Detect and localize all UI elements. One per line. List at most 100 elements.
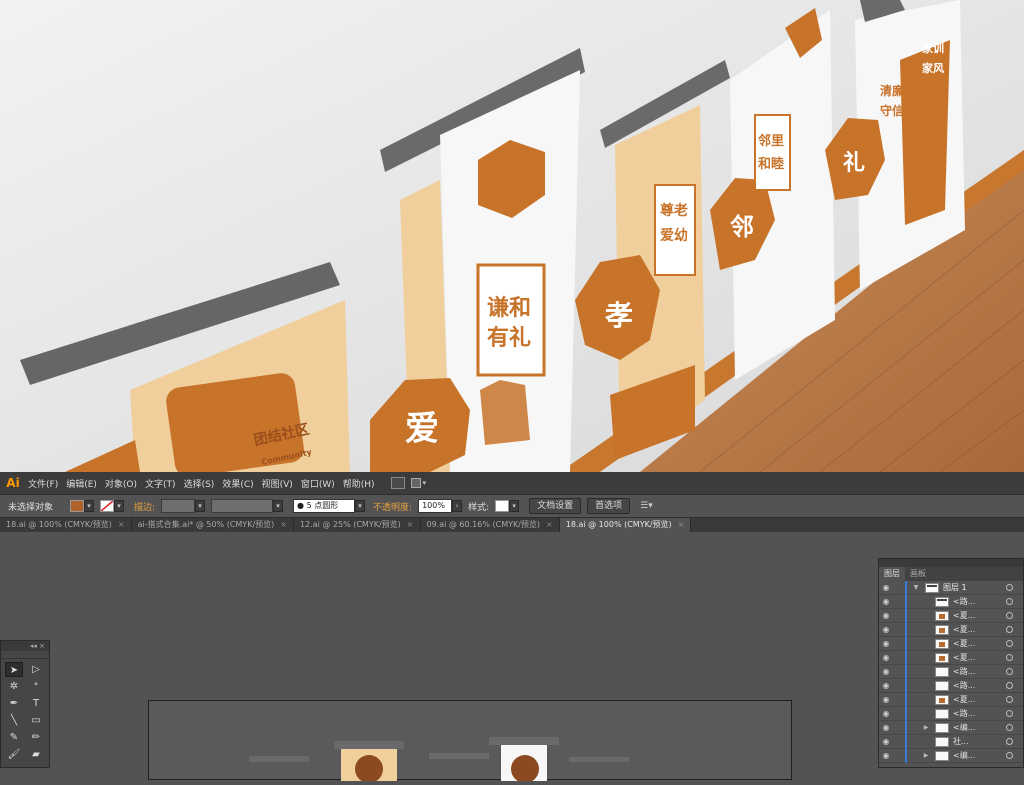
sublayer-row[interactable]: ◉ <夏...: [879, 608, 1023, 623]
sublayer-row[interactable]: ◉ <夏...: [879, 650, 1023, 665]
target-circle-icon[interactable]: [1006, 696, 1013, 703]
type-tool-icon[interactable]: T: [27, 696, 45, 711]
brush-definition-input[interactable]: ● 5 点圆形: [293, 499, 356, 513]
panel-menu-icon[interactable]: ☰▾: [640, 501, 653, 511]
paintbrush-tool-icon[interactable]: ✎: [5, 730, 23, 745]
target-circle-icon[interactable]: [1006, 682, 1013, 689]
close-icon[interactable]: ×: [118, 518, 125, 532]
sublayer-name[interactable]: 社...: [953, 736, 1006, 747]
sublayer-name[interactable]: <编...: [953, 750, 1006, 761]
expand-triangle-icon[interactable]: ▶: [921, 752, 931, 759]
sublayer-row[interactable]: ◉ <路...: [879, 706, 1023, 721]
sublayer-name[interactable]: <夏...: [953, 694, 1006, 705]
graphic-style-control[interactable]: ▾: [495, 500, 520, 512]
target-circle-icon[interactable]: [1006, 640, 1013, 647]
opacity-input[interactable]: 100%: [418, 499, 453, 513]
sublayer-row[interactable]: ◉ <夏...: [879, 692, 1023, 707]
artboard[interactable]: [148, 700, 792, 785]
close-icon[interactable]: ×: [280, 518, 287, 532]
eye-icon[interactable]: ◉: [879, 667, 893, 676]
eye-icon[interactable]: ◉: [879, 709, 893, 718]
close-icon[interactable]: ×: [678, 518, 685, 532]
target-circle-icon[interactable]: [1006, 598, 1013, 605]
graphic-style-swatch[interactable]: [495, 500, 510, 512]
sublayer-row[interactable]: ◉ <路...: [879, 594, 1023, 609]
eye-icon[interactable]: ◉: [879, 583, 893, 592]
fill-swatch[interactable]: [70, 500, 84, 512]
target-circle-icon[interactable]: [1006, 654, 1013, 661]
expand-triangle-icon[interactable]: ▶: [921, 724, 931, 731]
sublayer-row[interactable]: ◉ ▶ <编...: [879, 748, 1023, 763]
close-icon[interactable]: ×: [546, 518, 553, 532]
sublayer-name[interactable]: <夏...: [953, 624, 1006, 635]
sublayer-row[interactable]: ◉ <路...: [879, 678, 1023, 693]
sublayer-name[interactable]: <路...: [953, 596, 1006, 607]
variable-width-field[interactable]: ▾: [211, 499, 284, 513]
menu-edit[interactable]: 编辑(E): [62, 477, 101, 490]
sublayer-row[interactable]: ◉ <路...: [879, 664, 1023, 679]
target-circle-icon[interactable]: [1006, 612, 1013, 619]
eye-icon[interactable]: ◉: [879, 625, 893, 634]
target-circle-icon[interactable]: [1006, 626, 1013, 633]
pencil-tool-icon[interactable]: ✏: [27, 730, 45, 745]
chevron-right-icon[interactable]: ›: [452, 500, 463, 512]
sublayer-name[interactable]: <路...: [953, 666, 1006, 677]
target-circle-icon[interactable]: [1006, 584, 1013, 591]
blob-brush-tool-icon[interactable]: 🖌: [5, 747, 23, 762]
target-circle-icon[interactable]: [1006, 668, 1013, 675]
chevron-down-icon[interactable]: ▾: [509, 500, 520, 512]
panel-collapse-icon[interactable]: ◂◂ ×: [1, 641, 49, 651]
stroke-color-control[interactable]: ▾: [100, 500, 124, 512]
stroke-label[interactable]: 描边:: [134, 500, 155, 513]
chevron-down-icon[interactable]: ▾: [273, 500, 284, 512]
bridge-button[interactable]: [390, 477, 405, 489]
target-circle-icon[interactable]: [1006, 724, 1013, 731]
chevron-down-icon[interactable]: ▾: [114, 500, 124, 512]
eye-icon[interactable]: ◉: [879, 639, 893, 648]
sublayer-name[interactable]: <编...: [953, 722, 1006, 733]
variable-width-input[interactable]: [211, 499, 274, 513]
doc-tab[interactable]: 18.ai @ 100% (CMYK/预览) ×: [0, 518, 132, 532]
target-circle-icon[interactable]: [1006, 710, 1013, 717]
panel-header[interactable]: [879, 559, 1023, 567]
chevron-down-icon[interactable]: ▾: [195, 500, 206, 512]
expand-triangle-icon[interactable]: ▼: [911, 584, 921, 591]
menu-effect[interactable]: 效果(C): [218, 477, 257, 490]
doc-tab-active[interactable]: 18.ai @ 100% (CMYK/预览) ×: [559, 518, 692, 532]
eye-icon[interactable]: ◉: [879, 611, 893, 620]
document-setup-button[interactable]: 文档设置: [529, 498, 582, 514]
chevron-down-icon[interactable]: ▾: [84, 500, 94, 512]
eye-icon[interactable]: ◉: [879, 737, 893, 746]
stroke-swatch[interactable]: [100, 500, 114, 512]
canvas-workspace[interactable]: [0, 532, 1024, 785]
sublayer-name[interactable]: <路...: [953, 708, 1006, 719]
tab-layers[interactable]: 图层: [879, 567, 905, 581]
magic-wand-tool-icon[interactable]: ✲: [5, 679, 23, 694]
target-circle-icon[interactable]: [1006, 738, 1013, 745]
menu-type[interactable]: 文字(T): [141, 477, 180, 490]
chevron-down-icon[interactable]: ▾: [355, 500, 366, 512]
eye-icon[interactable]: ◉: [879, 751, 893, 760]
doc-tab[interactable]: ai-搭式合集.ai* @ 50% (CMYK/预览) ×: [132, 518, 294, 532]
target-circle-icon[interactable]: [1006, 752, 1013, 759]
brush-definition-field[interactable]: ● 5 点圆形 ▾: [293, 499, 366, 513]
layer-name[interactable]: 图层 1: [943, 582, 1006, 593]
eye-icon[interactable]: ◉: [879, 681, 893, 690]
menu-select[interactable]: 选择(S): [180, 477, 219, 490]
panel-grip[interactable]: [1, 651, 49, 659]
doc-tab[interactable]: 09.ai @ 60.16% (CMYK/预览) ×: [421, 518, 560, 532]
rectangle-tool-icon[interactable]: ▭: [27, 713, 45, 728]
eye-icon[interactable]: ◉: [879, 723, 893, 732]
tab-artboards[interactable]: 画板: [905, 567, 931, 581]
menu-help[interactable]: 帮助(H): [339, 477, 379, 490]
line-tool-icon[interactable]: ╲: [5, 713, 23, 728]
close-icon[interactable]: ×: [407, 518, 414, 532]
sublayer-row[interactable]: ◉ 社...: [879, 734, 1023, 749]
selection-tool-icon[interactable]: ➤: [5, 662, 23, 677]
sublayer-row[interactable]: ◉ ▶ <编...: [879, 720, 1023, 735]
sublayer-name[interactable]: <夏...: [953, 610, 1006, 621]
sublayer-row[interactable]: ◉ <夏...: [879, 622, 1023, 637]
eye-icon[interactable]: ◉: [879, 695, 893, 704]
opacity-field[interactable]: 100% ›: [418, 499, 463, 513]
layer-row-top[interactable]: ◉ ▼ 图层 1: [879, 580, 1023, 595]
